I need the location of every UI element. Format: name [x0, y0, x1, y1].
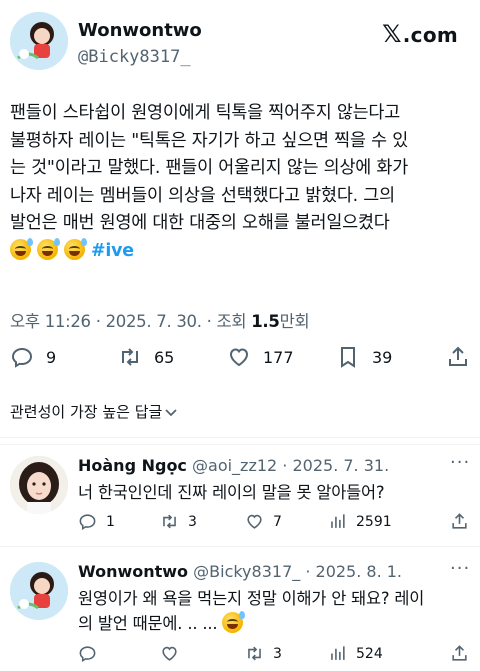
- author-handle[interactable]: @Bicky8317_: [78, 47, 191, 67]
- reply-icon: [11, 347, 33, 368]
- reply-avatar[interactable]: [10, 456, 68, 514]
- tweet-timestamp[interactable]: 오후 11:26 · 2025. 7. 30. · 조회: [10, 312, 251, 331]
- reply-like-button[interactable]: 7: [245, 512, 282, 531]
- share-button[interactable]: [446, 345, 480, 369]
- divider: [0, 444, 480, 445]
- tweet-meta: 오후 11:26 · 2025. 7. 30. · 조회 1.5만회: [10, 308, 310, 332]
- reply-button[interactable]: 9: [10, 345, 56, 369]
- retweet-count: 65: [154, 347, 175, 367]
- like-count: 177: [263, 347, 294, 367]
- reply-like-count: 7: [273, 513, 282, 530]
- reply-text-line: 의 발언 때문에. .. ...: [78, 611, 424, 636]
- reply-retweet-button[interactable]: 3: [245, 644, 282, 663]
- reply-date[interactable]: · 2025. 8. 1.: [300, 562, 402, 581]
- tweet-emoji-line: #ive: [10, 237, 472, 266]
- heart-icon: [229, 348, 249, 367]
- reply-text-line-content: 의 발언 때문에. .. ...: [78, 614, 218, 633]
- x-com-logo: 𝕏.com: [382, 20, 458, 48]
- share-icon: [452, 645, 467, 661]
- reply-text: 원영이가 왜 욕을 먹는지 정말 이해가 안 돼요? 레이 의 발언 때문에. …: [78, 586, 424, 636]
- reply-text: 너 한국인인데 진짜 레이의 말을 못 알아들어?: [78, 483, 385, 502]
- reply-reply-count: 1: [106, 513, 115, 530]
- reply-header: Hoàng Ngọc @aoi_zz12 · 2025. 7. 31.: [78, 456, 389, 475]
- tweet-line: 발언은 매번 원영에 대한 대중의 오해를 불러일으켰다: [10, 213, 390, 234]
- tweet-views-unit: 만회: [279, 312, 310, 331]
- reply-share-button[interactable]: [450, 512, 478, 531]
- x-com-logo-text: .com: [402, 23, 458, 47]
- reply-views-button[interactable]: 524: [328, 644, 383, 663]
- chevron-down-icon: [165, 408, 177, 416]
- tweet-line: 나자 레이는 멤버들이 의상을 선택했다고 밝혔다. 그의: [10, 185, 395, 206]
- tweet-action-bar: 9 65 177 39: [0, 345, 480, 377]
- sweat-smile-emoji-icon: [37, 237, 60, 260]
- reply-view-count: 2591: [356, 513, 392, 530]
- reply-share-button[interactable]: [450, 644, 478, 663]
- reply-sort-dropdown[interactable]: 관련성이 가장 높은 답글: [10, 401, 178, 422]
- reply-author-handle[interactable]: @aoi_zz12: [192, 456, 277, 475]
- reply-sort-label: 관련성이 가장 높은 답글: [10, 403, 163, 421]
- reply-reply-button[interactable]: [78, 644, 106, 663]
- reply-retweet-count: 3: [188, 513, 197, 530]
- bookmark-button[interactable]: 39: [336, 345, 392, 369]
- analytics-icon: [331, 514, 345, 528]
- divider: [0, 546, 480, 547]
- share-icon: [449, 346, 467, 366]
- tweet-text: 팬들이 스타쉽이 원영이에게 틱톡을 찍어주지 않는다고 불평하자 레이는 "틱…: [10, 100, 472, 266]
- heart-icon: [247, 514, 262, 529]
- like-button[interactable]: 177: [227, 345, 294, 369]
- reply-retweet-button[interactable]: 3: [160, 512, 197, 531]
- share-icon: [452, 513, 467, 529]
- more-options-icon[interactable]: ···: [450, 452, 470, 473]
- reply-like-button[interactable]: [160, 644, 188, 663]
- hashtag-link[interactable]: #ive: [91, 241, 134, 261]
- analytics-icon: [331, 646, 345, 660]
- sweat-smile-emoji-icon: [10, 237, 33, 260]
- reply-text-line: 원영이가 왜 욕을 먹는지 정말 이해가 안 돼요? 레이: [78, 589, 425, 608]
- reply-reply-button[interactable]: 1: [78, 512, 115, 531]
- retweet-icon: [248, 646, 261, 661]
- reply-author-name[interactable]: Hoàng Ngọc: [78, 456, 187, 475]
- sweat-smile-emoji-icon: [64, 237, 87, 260]
- reply-header: Wonwontwo @Bicky8317_ · 2025. 8. 1.: [78, 562, 402, 581]
- reply-icon: [79, 646, 96, 663]
- tweet-views: 1.5: [251, 312, 280, 331]
- retweet-button[interactable]: 65: [118, 345, 174, 369]
- author-avatar[interactable]: [10, 12, 68, 70]
- sweat-smile-emoji-icon: [222, 611, 246, 633]
- x-logo-icon: 𝕏: [382, 20, 402, 48]
- divider: [0, 437, 480, 438]
- tweet-line: 팬들이 스타쉽이 원영이에게 틱톡을 찍어주지 않는다고: [10, 103, 401, 123]
- reply-view-count: 524: [356, 645, 383, 662]
- retweet-icon: [122, 348, 138, 366]
- reply-author-name[interactable]: Wonwontwo: [78, 562, 188, 581]
- reply-avatar[interactable]: [10, 562, 68, 620]
- reply-views-button[interactable]: 2591: [328, 512, 392, 531]
- reply-count: 9: [46, 347, 57, 367]
- reply-retweet-count: 3: [273, 645, 282, 662]
- tweet-line: 불평하자 레이는 "틱톡은 자기가 하고 싶으면 찍을 수 있: [10, 130, 409, 151]
- reply-author-handle[interactable]: @Bicky8317_: [193, 562, 300, 581]
- retweet-icon: [163, 514, 176, 529]
- author-display-name[interactable]: Wonwontwo: [78, 20, 202, 41]
- more-options-icon[interactable]: ···: [450, 558, 470, 579]
- bookmark-count: 39: [372, 347, 393, 367]
- reply-icon: [79, 514, 96, 531]
- heart-icon: [162, 646, 177, 661]
- reply-date[interactable]: · 2025. 7. 31.: [277, 456, 389, 475]
- tweet-line: 는 것"이라고 말했다. 팬들이 어울리지 않는 의상에 화가: [10, 158, 409, 179]
- bookmark-icon: [341, 347, 355, 368]
